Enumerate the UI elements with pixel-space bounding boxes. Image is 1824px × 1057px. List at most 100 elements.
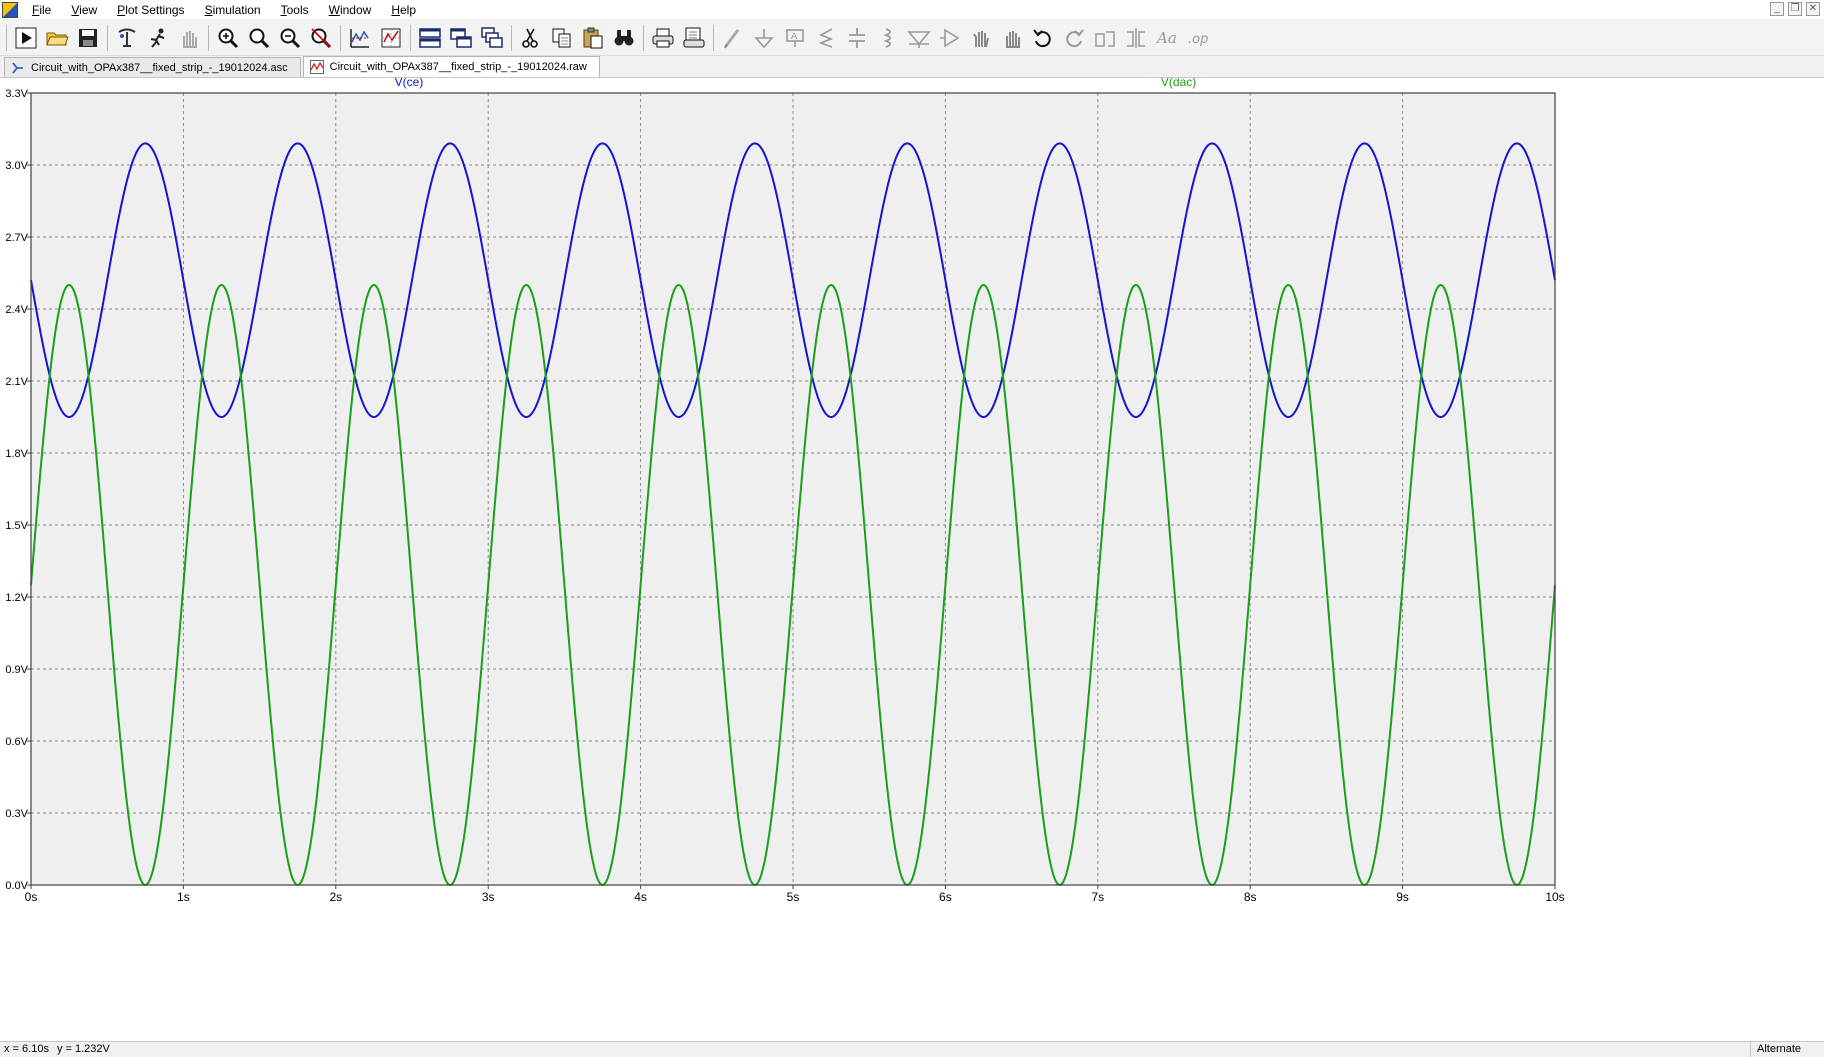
rotate-icon: [1095, 30, 1115, 47]
open-folder-button[interactable]: [43, 24, 71, 52]
restore-icon[interactable]: ❐: [1788, 2, 1802, 16]
menu-file[interactable]: File: [22, 0, 61, 20]
y-tick-label: 0.0V: [5, 880, 28, 892]
undo-icon: [1033, 28, 1051, 47]
toolbar-separator: [208, 24, 209, 51]
label-net-button[interactable]: A: [781, 24, 809, 52]
drag-button[interactable]: [998, 24, 1026, 52]
drag-icon: [1006, 30, 1020, 48]
x-tick-label: 4s: [634, 890, 647, 904]
y-tick-label: 0.6V: [5, 736, 28, 748]
print-button[interactable]: [649, 24, 677, 52]
autorange-icon: [350, 28, 369, 48]
paste-button[interactable]: [579, 24, 607, 52]
zoom-cancel-button[interactable]: [307, 24, 335, 52]
cascade-icon: [481, 26, 503, 48]
zoom-out-button[interactable]: [276, 24, 304, 52]
y-tick-label: 3.0V: [5, 160, 28, 172]
tile-vertical-icon: [450, 27, 472, 48]
find-icon: [614, 29, 634, 45]
menu-view[interactable]: View: [61, 0, 107, 20]
tile-horizontal-icon: [419, 27, 441, 48]
control-panel-button[interactable]: [113, 24, 141, 52]
print-preview-button[interactable]: [680, 24, 708, 52]
capacitor-button[interactable]: [843, 24, 871, 52]
undo-button[interactable]: [1029, 24, 1057, 52]
pick-visible-traces-button[interactable]: [377, 24, 405, 52]
app-logo-icon[interactable]: [2, 1, 18, 18]
toolbar: A Aa .op: [0, 20, 1824, 56]
trace-legend: V(ce) V(dac): [395, 78, 1197, 89]
menu-tools[interactable]: Tools: [271, 0, 319, 20]
diode-button[interactable]: [905, 24, 933, 52]
draw-wire-button[interactable]: [719, 24, 747, 52]
toolbar-separator: [340, 24, 341, 51]
cursor-y-readout: y = 1.232V: [56, 1043, 110, 1055]
zoom-full-button[interactable]: [245, 24, 273, 52]
plot-canvas[interactable]: 0s 1s 2s 3s 4s 5s 6s 7s 8s 9s 10s 0.0V 0.3V 0.6V 0.9V 1…: [0, 78, 1824, 1041]
cascade-button[interactable]: [478, 24, 506, 52]
menu-window[interactable]: Window: [319, 0, 382, 20]
find-button[interactable]: [610, 24, 638, 52]
y-tick-label: 1.5V: [5, 520, 28, 532]
menu-help[interactable]: Help: [381, 0, 426, 20]
autorange-button[interactable]: [346, 24, 374, 52]
text-button[interactable]: Aa: [1153, 24, 1181, 52]
move-icon: [973, 30, 989, 47]
status-mode: Alternate: [1750, 1042, 1824, 1057]
menu-plot-settings[interactable]: Plot Settings: [107, 0, 194, 20]
spice-directive-button[interactable]: .op: [1184, 24, 1212, 52]
resistor-button[interactable]: [812, 24, 840, 52]
close-icon[interactable]: ✕: [1806, 2, 1820, 16]
move-button[interactable]: [967, 24, 995, 52]
mirror-button[interactable]: [1122, 24, 1150, 52]
ground-button[interactable]: [750, 24, 778, 52]
x-tick-label: 3s: [482, 890, 495, 904]
toolbar-separator: [643, 24, 644, 51]
y-tick-label: 1.2V: [5, 592, 28, 604]
x-tick-label: 5s: [787, 890, 800, 904]
paste-icon: [583, 27, 603, 48]
rotate-button[interactable]: [1091, 24, 1119, 52]
inductor-button[interactable]: [874, 24, 902, 52]
zoom-in-button[interactable]: [214, 24, 242, 52]
menu-simulation[interactable]: Simulation: [195, 0, 271, 20]
minimize-icon[interactable]: _: [1770, 2, 1784, 16]
zoom-full-icon: [249, 28, 270, 48]
print-icon: [652, 28, 674, 47]
ground-icon: [754, 28, 774, 48]
spice-directive-icon: .op: [1188, 32, 1208, 47]
tile-horizontal-button[interactable]: [416, 24, 444, 52]
pan-hand-button[interactable]: [175, 24, 203, 52]
y-tick-label: 3.3V: [5, 88, 28, 100]
draw-wire-icon: [724, 28, 740, 48]
component-button[interactable]: [936, 24, 964, 52]
trace-legend-label[interactable]: V(ce): [395, 78, 424, 89]
run-button[interactable]: [12, 24, 40, 52]
capacitor-icon: [849, 27, 865, 48]
waveform-icon: [309, 60, 324, 74]
cut-button[interactable]: [517, 24, 545, 52]
diode-icon: [907, 30, 931, 48]
redo-button[interactable]: [1060, 24, 1088, 52]
toolbar-grip: [6, 24, 7, 51]
y-tick-label: 2.7V: [5, 232, 28, 244]
trace-legend-label[interactable]: V(dac): [1161, 78, 1196, 89]
ltspice-window: File View Plot Settings Simulation Tools…: [0, 0, 1824, 1057]
redo-icon: [1066, 28, 1084, 47]
resistor-icon: [818, 27, 834, 48]
run-halt-button[interactable]: [144, 24, 172, 52]
tab-schematic[interactable]: Circuit_with_OPAx387__fixed_strip_-_1901…: [4, 57, 301, 77]
text-icon: Aa: [1155, 29, 1177, 47]
tile-vertical-button[interactable]: [447, 24, 475, 52]
svg-text:.op: .op: [1188, 32, 1208, 47]
save-button[interactable]: [74, 24, 102, 52]
menu-bar: File View Plot Settings Simulation Tools…: [0, 0, 1824, 20]
y-tick-label: 2.1V: [5, 376, 28, 388]
open-folder-icon: [46, 32, 69, 45]
copy-button[interactable]: [548, 24, 576, 52]
tab-schematic-label: Circuit_with_OPAx387__fixed_strip_-_1901…: [31, 61, 288, 74]
tab-waveform[interactable]: Circuit_with_OPAx387__fixed_strip_-_1901…: [302, 56, 600, 77]
save-icon: [79, 28, 97, 47]
waveform-plot[interactable]: 0s 1s 2s 3s 4s 5s 6s 7s 8s 9s 10s 0.0V 0.3V 0.6V 0.9V 1…: [0, 78, 1824, 1041]
